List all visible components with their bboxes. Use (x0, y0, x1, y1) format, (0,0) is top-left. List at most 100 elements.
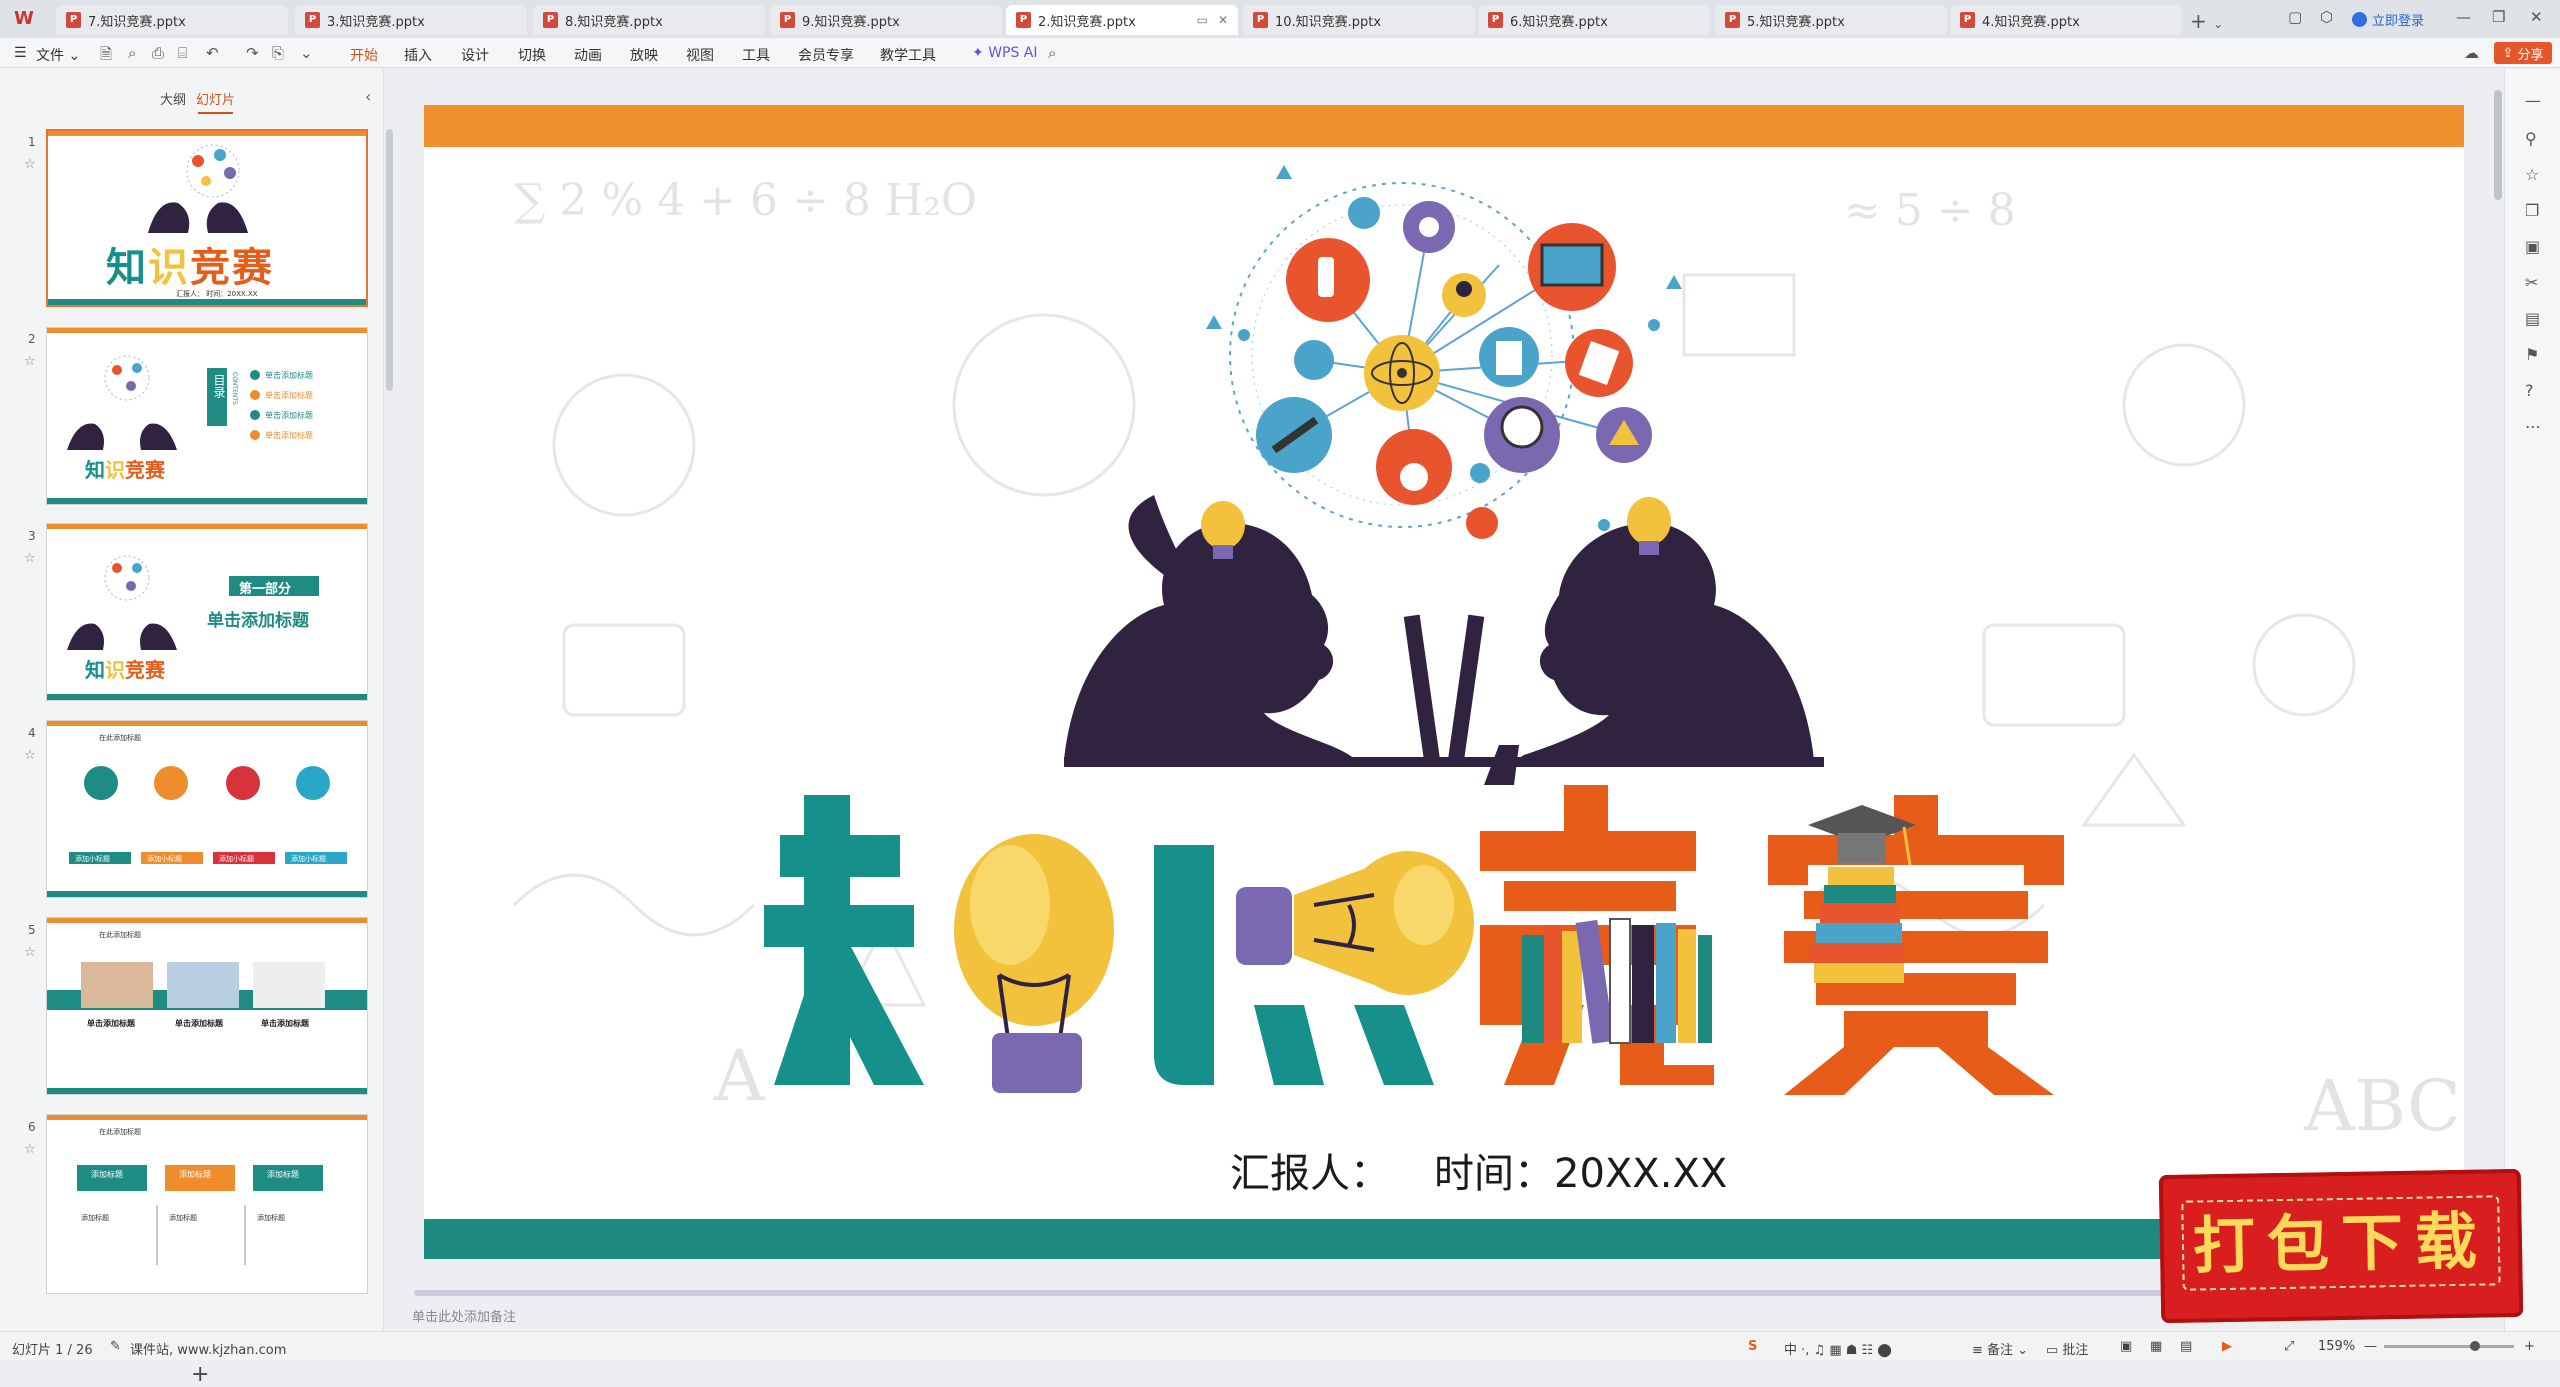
comments-toggle[interactable]: ▭ 批注 (2046, 1339, 2088, 1358)
fit-icon[interactable]: ⤢ (2284, 1339, 2294, 1354)
close-icon[interactable]: ✕ (1218, 13, 1228, 27)
add-slide-button[interactable]: + (191, 1362, 209, 1387)
star-icon[interactable]: ☆ (24, 551, 36, 566)
layout-icon[interactable]: ▢ (2288, 8, 2302, 26)
menu-view[interactable]: 视图 (686, 45, 714, 65)
input-method-icon[interactable]: S (1748, 1339, 1757, 1354)
style-icon[interactable]: ⚲ (2525, 129, 2537, 148)
doc-tab[interactable]: P 3.知识竞赛.pptx (295, 5, 527, 35)
normal-view-icon[interactable]: ▣ (2120, 1339, 2132, 1354)
status-bar: 幻灯片 1 / 26 ✎ 课件站, www.kjzhan.com S 中 ·, … (0, 1331, 2560, 1360)
zoom-out-icon[interactable]: — (2364, 1339, 2377, 1354)
wps-logo-icon[interactable]: W (14, 8, 44, 30)
cube-icon[interactable]: ⬡ (2320, 8, 2333, 26)
tab-outline[interactable]: 大纲 (160, 89, 186, 108)
cloud-icon[interactable]: ☁ (2464, 44, 2479, 62)
window-close-icon[interactable]: ✕ (2530, 8, 2543, 26)
collapse-icon[interactable]: — (2525, 91, 2541, 110)
zoom-level[interactable]: 159% (2318, 1339, 2355, 1354)
save-icon[interactable]: 🗎 (100, 44, 112, 69)
window-icon[interactable]: ▭ (1197, 13, 1208, 27)
ppt-file-icon: P (1960, 12, 1975, 28)
star-icon[interactable]: ☆ (24, 748, 36, 763)
menu-design[interactable]: 设计 (461, 45, 489, 65)
ime-status-icons[interactable]: 中 ·, ♫ ▦ ☗ ☷ ⬤ (1784, 1339, 1892, 1358)
zoom-slider[interactable] (2384, 1345, 2514, 1348)
more-icon[interactable]: ⌄ (300, 44, 313, 62)
reading-view-icon[interactable]: ▤ (2180, 1339, 2192, 1354)
print-icon[interactable]: ⎙ (152, 44, 164, 62)
thumb-subtitle: 添加小标题 (219, 855, 254, 863)
thumb-toc-item: 单击添加标题 (265, 391, 313, 400)
slide-canvas[interactable]: ∑ 2 % 4 + 6 ÷ 8 H₂O ≈ 5 ÷ 8 ABC A 汇报人： 时… (424, 105, 2464, 1259)
doc-tab[interactable]: P 8.知识竞赛.pptx (533, 5, 765, 35)
doc-tab[interactable]: P 5.知识竞赛.pptx (1715, 5, 1947, 35)
vertical-scrollbar[interactable] (2494, 90, 2502, 200)
star-icon[interactable]: ☆ (24, 945, 36, 960)
new-tab-button[interactable]: + ⌄ (2190, 9, 2223, 33)
doc-tab[interactable]: P 9.知识竞赛.pptx (770, 5, 1002, 35)
doc-tab[interactable]: P 10.知识竞赛.pptx (1243, 5, 1475, 35)
open-icon[interactable]: ⌕ (128, 44, 136, 62)
star-icon[interactable]: ☆ (24, 157, 36, 172)
slide-thumbnail-4[interactable]: 在此添加标题 添加小标题 添加小标题 添加小标题 添加小标题 (46, 720, 368, 898)
menu-member[interactable]: 会员专享 (798, 45, 854, 65)
menu-transition[interactable]: 切换 (518, 45, 546, 65)
image-icon[interactable]: ▣ (2525, 237, 2540, 256)
menu-animation[interactable]: 动画 (574, 45, 602, 65)
notes-toggle-label: 备注 (1987, 1343, 2014, 1358)
slide-thumbnail-3[interactable]: 第一部分 单击添加标题 知识竞赛 (46, 523, 368, 701)
download-badge[interactable]: 打包下载 (2158, 1168, 2524, 1324)
slide-sorter-icon[interactable]: ▦ (2150, 1339, 2162, 1354)
collapse-panel-icon[interactable]: ‹ (365, 87, 371, 106)
menu-home[interactable]: 开始 (350, 45, 378, 71)
file-menu[interactable]: 文件 ⌄ (36, 45, 80, 65)
doc-tab[interactable]: P 7.知识竞赛.pptx (56, 5, 288, 35)
search-icon[interactable]: ⌕ (1048, 44, 1056, 62)
help-icon[interactable]: ? (2525, 381, 2534, 400)
star-icon[interactable]: ☆ (24, 1142, 36, 1157)
notes-field[interactable]: 单击此处添加备注 (412, 1306, 516, 1325)
minimize-icon[interactable]: — (2456, 8, 2471, 26)
login-link[interactable]: 立即登录 (2352, 10, 2424, 29)
more-icon[interactable]: ⋯ (2525, 417, 2541, 436)
thumb-title: 知识竞赛 (85, 658, 165, 682)
slide-thumbnail-1[interactable]: 知识竞赛 汇报人： 时间：20XX.XX (46, 129, 368, 307)
menu-teaching-tools[interactable]: 教学工具 (880, 45, 936, 65)
horizontal-scrollbar[interactable] (414, 1290, 2244, 1296)
copy-icon[interactable]: ❐ (2525, 201, 2539, 220)
star-icon[interactable]: ☆ (2525, 165, 2539, 184)
panel-scrollbar[interactable] (386, 129, 393, 391)
zoom-in-icon[interactable]: + (2524, 1339, 2535, 1354)
zoom-slider-thumb[interactable] (2470, 1341, 2480, 1351)
menu-insert[interactable]: 插入 (404, 45, 432, 65)
preview-icon[interactable]: ⌸ (178, 44, 187, 62)
star-icon[interactable]: ☆ (24, 354, 36, 369)
tools-icon[interactable]: ✂ (2525, 273, 2538, 292)
doc-tab-active[interactable]: P 2.知识竞赛.pptx ▭ ✕ (1006, 5, 1238, 35)
slide-thumbnail-2[interactable]: 目录 CONTENTS 单击添加标题 单击添加标题 单击添加标题 单击添加标题 … (46, 327, 368, 505)
restore-icon[interactable]: ❐ (2492, 8, 2505, 26)
share-button[interactable]: ⇪ 分享 (2494, 42, 2552, 64)
doc-tab[interactable]: P 4.知识竞赛.pptx (1950, 5, 2182, 35)
notes-toggle[interactable]: ≡ 备注 ⌄ (1972, 1339, 2028, 1358)
book-icon[interactable]: ▤ (2525, 309, 2540, 328)
gift-icon[interactable]: ⚑ (2525, 345, 2539, 364)
thumb-sub: 添加标题 (169, 1214, 197, 1222)
wps-ai-button[interactable]: ✦ WPS AI (972, 45, 1038, 61)
menu-slideshow[interactable]: 放映 (630, 45, 658, 65)
theme-name[interactable]: 课件站, www.kjzhan.com (130, 1339, 286, 1358)
tab-slides[interactable]: 幻灯片 (196, 89, 235, 114)
redo-icon[interactable]: ↷ (246, 44, 259, 62)
format-painter-icon[interactable]: ⎘ (272, 44, 284, 62)
menu-tools[interactable]: 工具 (742, 45, 770, 65)
doc-tab-label: 8.知识竞赛.pptx (565, 14, 663, 30)
play-icon[interactable]: ▶ (2222, 1339, 2232, 1354)
hamburger-menu-icon[interactable]: ☰ (14, 45, 27, 61)
doc-tab[interactable]: P 6.知识竞赛.pptx (1478, 5, 1710, 35)
undo-icon[interactable]: ↶ (206, 44, 219, 62)
slide-thumbnail-5[interactable]: 在此添加标题 单击添加标题 单击添加标题 单击添加标题 (46, 917, 368, 1095)
thumb-bottom-bar (47, 694, 367, 700)
slide-thumbnail-6[interactable]: 在此添加标题 添加标题 添加标题 添加标题 添加标题 添加标题 添加标题 (46, 1114, 368, 1294)
thumb-col-title: 单击添加标题 (87, 1019, 135, 1028)
